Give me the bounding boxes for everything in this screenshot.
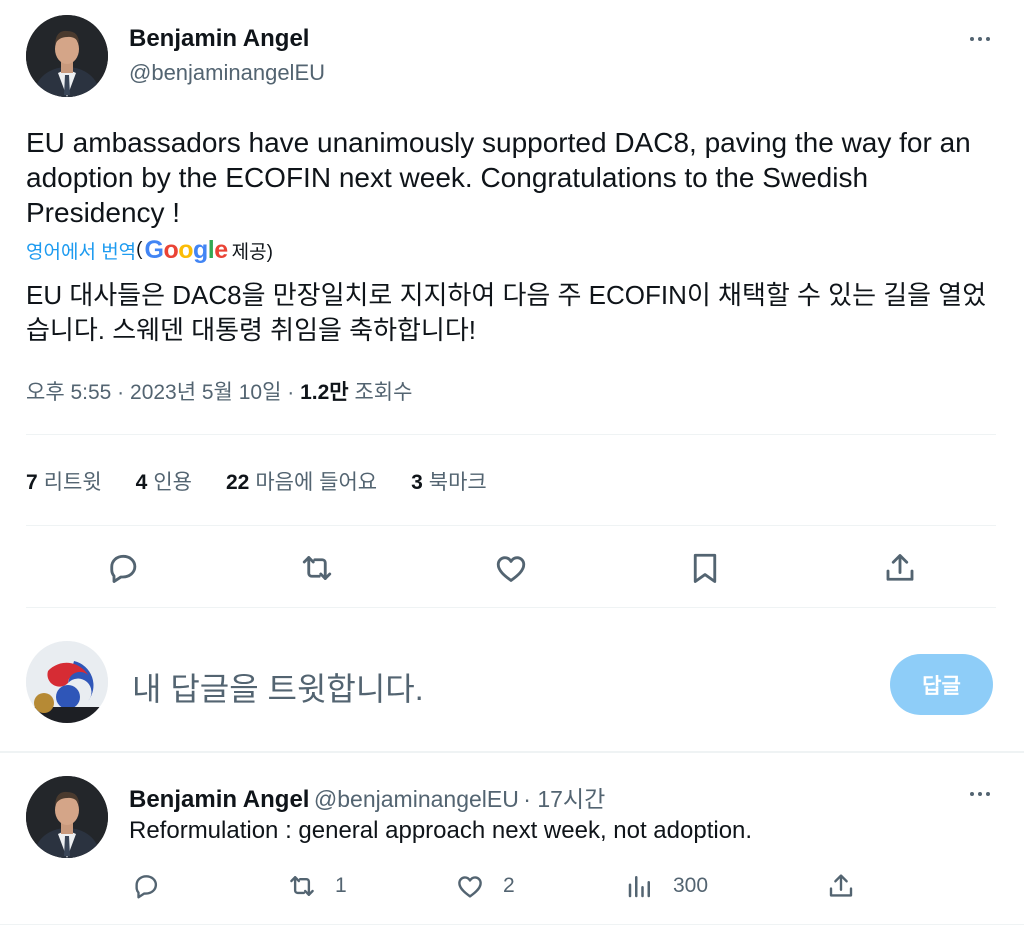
divider	[26, 525, 996, 526]
like-button[interactable]	[491, 548, 531, 588]
likes-stat[interactable]: 22 마음에 들어요	[226, 466, 377, 496]
reply-views-button[interactable]: 300	[625, 871, 708, 901]
quotes-stat[interactable]: 4 인용	[136, 466, 192, 496]
divider	[0, 924, 1024, 925]
reply-views-count: 300	[673, 874, 709, 897]
more-icon[interactable]	[960, 27, 1000, 51]
reply-retweet-button[interactable]: 1	[287, 871, 347, 901]
retweet-icon	[302, 556, 332, 580]
user-avatar[interactable]	[26, 641, 108, 723]
reply-like-button[interactable]: 2	[455, 871, 515, 901]
retweet-button[interactable]	[297, 548, 337, 588]
meta-separator: ·	[287, 381, 295, 404]
engagement-stats: 7 리트윗 4 인용 22 마음에 들어요 3 북마크	[26, 466, 521, 496]
share-button[interactable]	[880, 548, 920, 588]
author-name[interactable]: Benjamin Angel	[129, 25, 309, 53]
author-handle[interactable]: @benjaminangelEU	[129, 60, 325, 86]
reply-submit-button[interactable]: 답글	[890, 654, 993, 715]
translated-suffix: 제공)	[231, 241, 273, 263]
divider	[26, 607, 996, 608]
tweet-timestamp[interactable]: 오후 5:55 · 2023년 5월 10일	[26, 381, 281, 404]
reply-button[interactable]	[103, 548, 143, 588]
views-count: 1.2만	[300, 381, 349, 404]
reply-input[interactable]: 내 답글을 트윗합니다.	[132, 664, 424, 710]
more-icon[interactable]	[960, 782, 1000, 806]
divider	[26, 434, 996, 435]
reply-text: Reformulation : general approach next we…	[129, 817, 753, 844]
reply-retweet-count: 1	[335, 874, 347, 897]
translated-open: (	[136, 239, 143, 260]
author-avatar[interactable]	[26, 15, 108, 97]
reply-share-button[interactable]	[826, 871, 856, 901]
views-label: 조회수	[354, 381, 413, 404]
reply-header: Benjamin Angel @benjaminangelEU · 17시간	[129, 780, 605, 814]
share-icon	[886, 554, 914, 581]
bookmark-button[interactable]	[685, 548, 725, 588]
reply-author-name[interactable]: Benjamin Angel	[129, 786, 309, 813]
tweet-text: EU ambassadors have unanimously supporte…	[26, 127, 971, 228]
heart-icon	[458, 876, 482, 898]
reply-icon	[110, 554, 137, 583]
reply-icon	[135, 875, 158, 899]
share-icon	[829, 874, 853, 897]
reply-author-avatar[interactable]	[26, 776, 108, 858]
reply-time[interactable]: · 17시간	[523, 786, 605, 812]
google-logo: Google	[144, 235, 229, 264]
bookmarks-stat[interactable]: 3 북마크	[411, 466, 487, 496]
retweet-icon	[290, 876, 314, 896]
translation-attribution[interactable]: 영어에서 번역 ( Google 제공)	[26, 234, 273, 266]
translated-text: EU 대사들은 DAC8을 만장일치로 지지하여 다음 주 ECOFIN이 채택…	[26, 280, 987, 345]
heart-icon	[496, 556, 526, 582]
tweet-meta: 오후 5:55 · 2023년 5월 10일 · 1.2만 조회수	[26, 376, 412, 406]
reply-author-handle[interactable]: @benjaminangelEU	[314, 786, 519, 812]
reply-like-count: 2	[503, 874, 515, 897]
divider	[0, 751, 1024, 753]
bookmark-icon	[693, 553, 717, 583]
retweets-stat[interactable]: 7 리트윗	[26, 466, 102, 496]
reply-reply-button[interactable]	[131, 871, 161, 901]
views-icon	[628, 876, 650, 898]
translated-label: 영어에서 번역	[26, 241, 137, 263]
